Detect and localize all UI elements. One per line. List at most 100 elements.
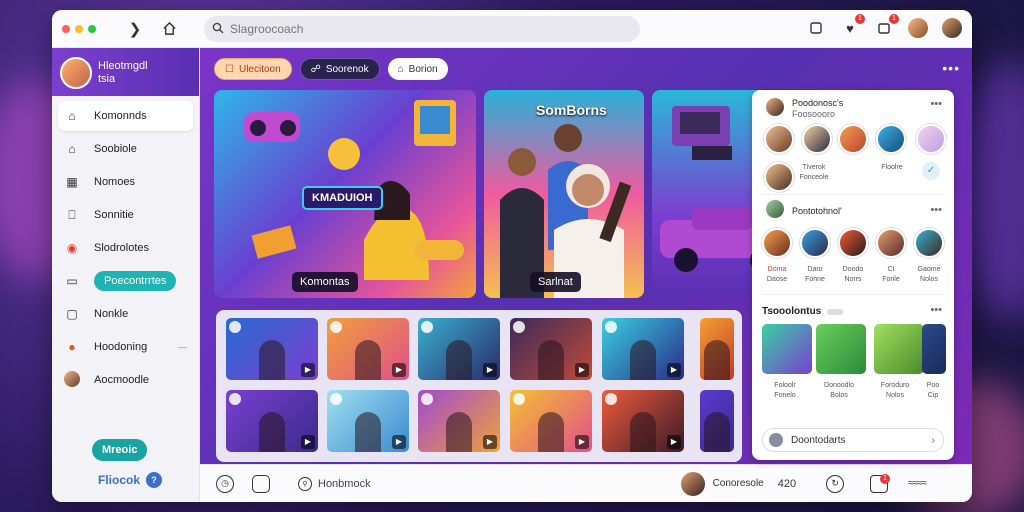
help-icon[interactable]: ?	[146, 472, 163, 488]
play-icon[interactable]: ▶	[575, 435, 589, 449]
home-icon[interactable]	[158, 18, 180, 40]
notification-icon[interactable]: ♥ 1	[838, 14, 865, 40]
home-outline-icon: ⌂	[68, 142, 76, 156]
play-icon[interactable]: ▶	[667, 363, 681, 377]
play-icon[interactable]: ▶	[575, 363, 589, 377]
play-icon[interactable]: ▶	[483, 435, 497, 449]
game-tile[interactable]: ▶	[327, 318, 409, 380]
game-tile[interactable]	[700, 390, 734, 452]
play-icon[interactable]: ▶	[483, 363, 497, 377]
hero-card[interactable]: KMADUIOH Komontas	[214, 90, 476, 298]
play-icon[interactable]: ▶	[392, 363, 406, 377]
game-tile[interactable]	[762, 324, 812, 374]
sidebar-item-trending[interactable]: ● Hoodoning —	[58, 332, 193, 362]
game-tile[interactable]	[922, 324, 946, 374]
clock-icon[interactable]: ◷	[216, 474, 234, 493]
friend-avatar[interactable]	[876, 228, 906, 258]
sidebar-item-puzzles[interactable]: ▭ Poecontrrtes	[58, 266, 193, 296]
chat-icon[interactable]	[252, 474, 270, 493]
search-icon	[212, 22, 224, 37]
chip-label: Soorenok	[325, 63, 369, 75]
play-icon[interactable]: ▶	[301, 435, 315, 449]
game-tile[interactable]: ▶	[418, 318, 500, 380]
bottom-search-label[interactable]: Honbmock	[318, 478, 371, 490]
sidebar-item-social[interactable]: ⌂ Soobiole	[58, 134, 193, 164]
sidebar-item-notes[interactable]: ▢ Nonkle	[58, 299, 193, 329]
chip-soorenok[interactable]: ☍ Soorenok	[299, 58, 380, 80]
link-icon: ☍	[310, 63, 321, 75]
friend-avatar[interactable]	[800, 228, 830, 258]
inbox-icon[interactable]: 1	[870, 473, 891, 493]
friend-avatar[interactable]	[802, 124, 832, 154]
avatar[interactable]	[766, 98, 784, 116]
avatar[interactable]	[906, 16, 930, 40]
flock-link[interactable]: Fliocok ?	[98, 472, 163, 488]
game-tile[interactable]: ▶	[327, 390, 409, 452]
more-options-icon[interactable]: •••	[930, 204, 942, 216]
friend-avatar[interactable]	[838, 228, 868, 258]
chip-borion[interactable]: ⌂ Borion	[387, 58, 448, 80]
game-tile[interactable]: ▶	[602, 318, 684, 380]
sidebar-item-games[interactable]: ▦ Nomoes	[58, 167, 193, 197]
premium-button[interactable]: Mreoic	[92, 439, 148, 461]
more-options-icon[interactable]: •••	[930, 304, 942, 316]
bottom-code-label: 420	[777, 477, 797, 490]
game-tile[interactable]: ▶	[418, 390, 500, 452]
game-tile[interactable]	[874, 324, 924, 374]
avatar[interactable]	[766, 200, 784, 218]
back-icon[interactable]: ❯	[124, 18, 146, 40]
tile-caption: Fonelo	[774, 392, 796, 399]
chip-ulecitoon[interactable]: ☐ Ulecitoon	[214, 58, 292, 80]
avatar[interactable]	[680, 471, 705, 496]
maximize-dot[interactable]	[88, 24, 96, 33]
record-icon: ◉	[66, 241, 78, 255]
tile-character	[259, 412, 285, 452]
toggle-icon[interactable]	[827, 308, 844, 315]
puzzle-icon: ▭	[66, 274, 78, 288]
friend-avatar[interactable]	[764, 162, 794, 192]
friend-avatar[interactable]	[916, 124, 946, 154]
ok-icon[interactable]: ✓	[922, 162, 940, 180]
more-options-icon[interactable]: •••	[942, 60, 960, 76]
friend-avatar[interactable]	[914, 228, 944, 258]
avatar[interactable]	[940, 16, 964, 40]
play-icon[interactable]: ▶	[301, 363, 315, 377]
play-icon[interactable]: ▶	[667, 435, 681, 449]
house-icon: ⌂	[397, 63, 404, 75]
game-tile[interactable]: ▶	[226, 390, 318, 452]
hero-card[interactable]: SomBorns Sarlnat	[484, 90, 644, 298]
panel-footer-link[interactable]: Doontodarts ›	[762, 428, 944, 452]
friend-avatar[interactable]	[762, 228, 792, 258]
friend-avatar[interactable]	[764, 124, 794, 154]
sidebar-item-streams[interactable]: ◉ Slodrolotes	[58, 233, 193, 263]
sidebar-item-account[interactable]: Aocmoodle	[58, 365, 193, 395]
more-options-icon[interactable]: •••	[930, 98, 942, 110]
play-icon[interactable]: ▶	[392, 435, 406, 449]
close-dot[interactable]	[62, 24, 70, 33]
game-tile[interactable]: ▶	[510, 318, 592, 380]
avatar[interactable]	[60, 57, 92, 89]
friend-caption: Fonne	[805, 276, 825, 283]
search-bar[interactable]	[204, 16, 640, 42]
scribble-icon[interactable]: ≈≈≈≈	[908, 478, 927, 489]
chevron-right-icon[interactable]: —	[178, 342, 187, 352]
game-tile[interactable]: ▶	[510, 390, 592, 452]
game-tile[interactable]: ▶	[226, 318, 318, 380]
friend-avatar[interactable]	[876, 124, 906, 154]
message-icon[interactable]	[804, 16, 828, 40]
sidebar-item-security[interactable]: ⎕ Sonnitie	[58, 200, 193, 230]
inbox-icon[interactable]: 1	[872, 14, 899, 40]
game-tile[interactable]	[700, 318, 734, 380]
friend-avatar[interactable]	[838, 124, 868, 154]
minimize-dot[interactable]	[75, 24, 83, 33]
profile-text: Hleotmgdl tsia	[98, 60, 148, 86]
game-tile[interactable]: ▶	[602, 390, 684, 452]
search-input[interactable]	[230, 22, 610, 36]
profile-header[interactable]: Hleotmgdl tsia	[52, 48, 199, 96]
sidebar-item-home[interactable]: ⌂ Komonnds	[58, 101, 193, 131]
search-icon[interactable]: ⚲	[298, 476, 312, 491]
refresh-icon[interactable]: ↻	[826, 474, 845, 493]
game-tile[interactable]	[816, 324, 866, 374]
friend-caption: Ct	[887, 266, 895, 273]
bottom-user-label[interactable]: Conoresole	[713, 478, 764, 489]
